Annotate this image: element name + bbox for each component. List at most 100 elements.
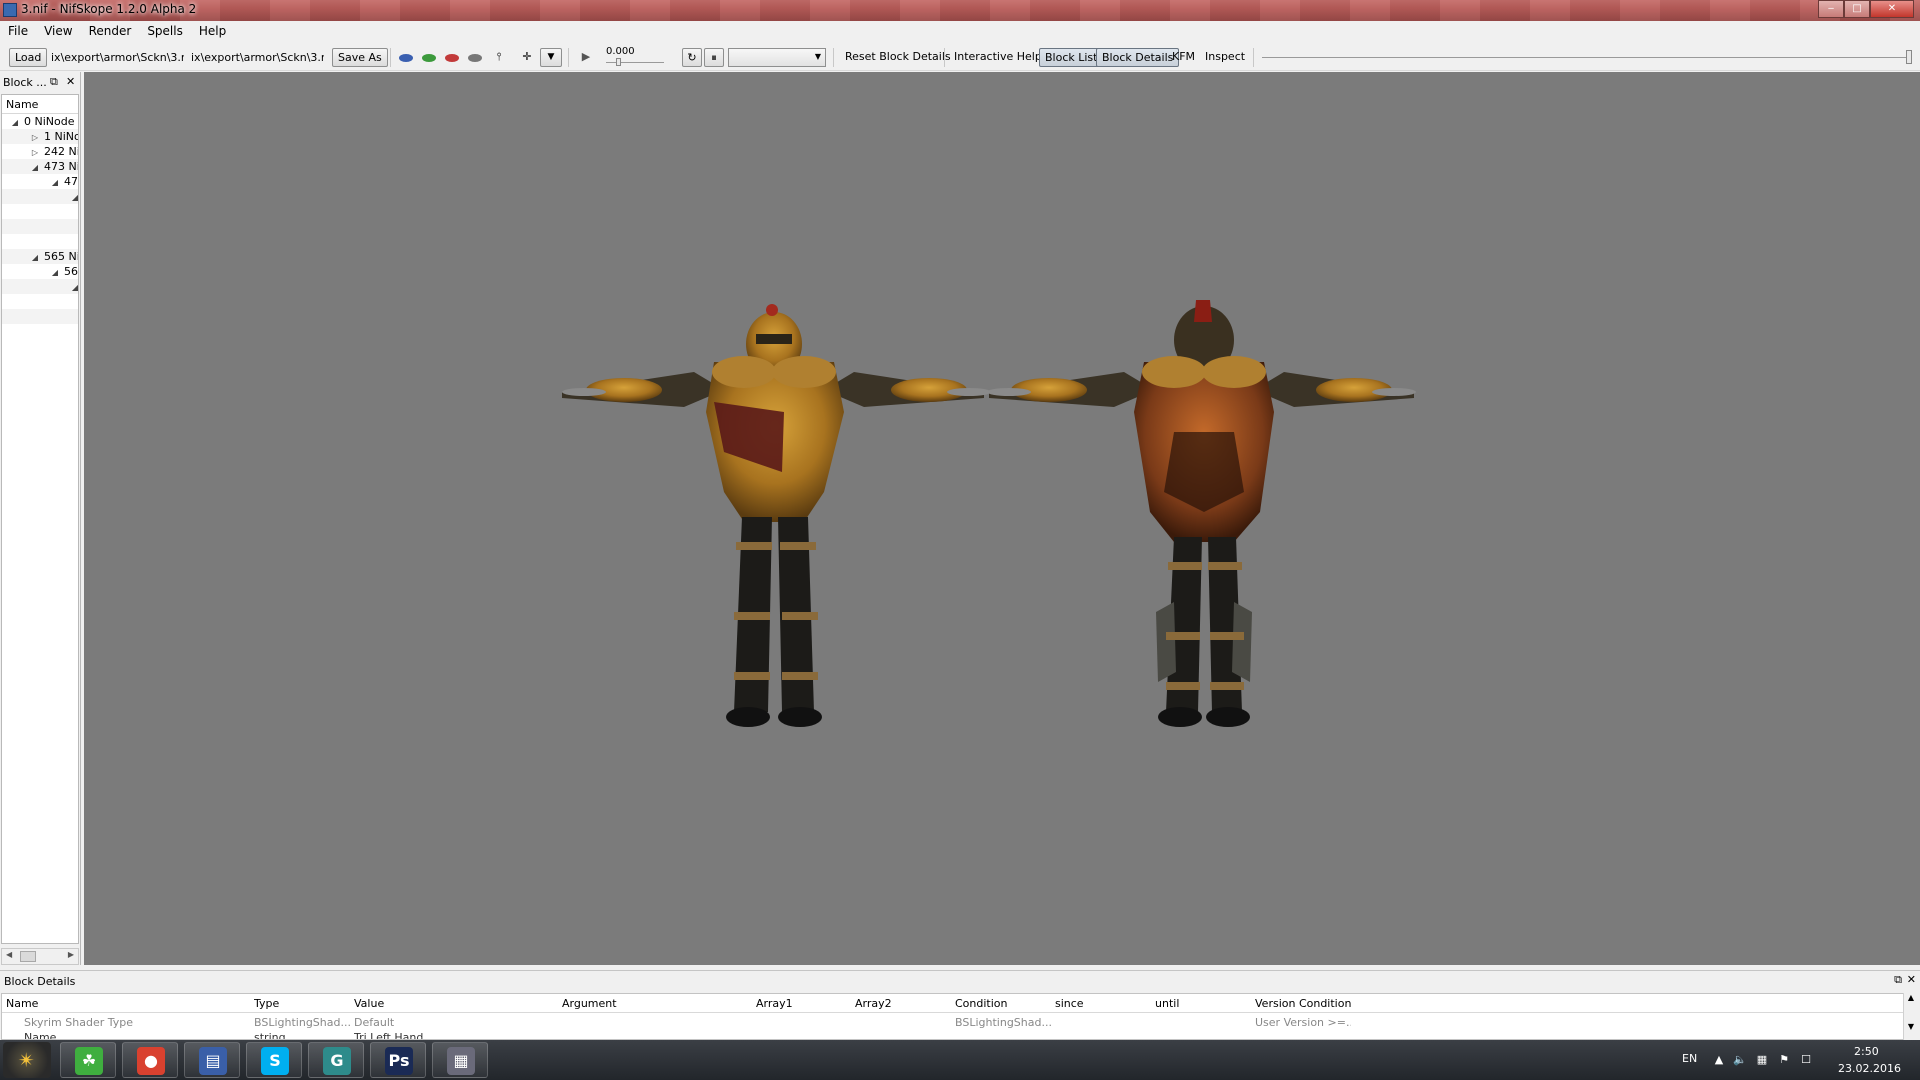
- inspect-button[interactable]: Inspect: [1205, 50, 1245, 63]
- view-user-icon[interactable]: [468, 54, 482, 62]
- loop-button[interactable]: ↻: [682, 48, 702, 67]
- clock-date[interactable]: 23.02.2016: [1838, 1062, 1901, 1075]
- block-details-toggle[interactable]: Block Details: [1096, 48, 1180, 67]
- close-icon[interactable]: ✕: [66, 75, 75, 88]
- maximize-button[interactable]: □: [1844, 0, 1870, 18]
- menu-view[interactable]: View: [36, 21, 80, 42]
- taskbar-app-app-window[interactable]: ▤: [184, 1042, 240, 1078]
- taskbar-app-nifskope[interactable]: ▦: [432, 1042, 488, 1078]
- lod-slider[interactable]: [1262, 57, 1912, 58]
- collapse-arrow-icon[interactable]: ◢: [70, 190, 78, 205]
- minimize-button[interactable]: ‒: [1818, 0, 1844, 18]
- animation-select[interactable]: ▼: [728, 48, 826, 67]
- table-row[interactable]: Name string Tri Left Hand: [2, 1028, 1903, 1039]
- scroll-down-icon[interactable]: ▼: [1904, 1022, 1918, 1031]
- view-front-icon[interactable]: [399, 54, 413, 62]
- float-icon[interactable]: ⧉: [1894, 973, 1902, 987]
- tree-item[interactable]: [2, 204, 78, 219]
- column-header-version-condition[interactable]: Version Condition: [1255, 994, 1351, 1013]
- taskbar-app-chrome[interactable]: ●: [122, 1042, 178, 1078]
- load-path-input[interactable]: ix\export\armor\Sckn\3.nif: [51, 49, 184, 66]
- block-details-table[interactable]: Name Type Value Argument Array1 Array2 C…: [1, 993, 1904, 1040]
- menu-file[interactable]: File: [0, 21, 36, 42]
- tree-item[interactable]: ◢ 474: [2, 174, 78, 189]
- close-icon[interactable]: ✕: [1907, 973, 1916, 986]
- tree-item[interactable]: [2, 234, 78, 249]
- tree-item[interactable]: ◢: [2, 189, 78, 204]
- flag-icon[interactable]: ⚑: [1777, 1054, 1791, 1066]
- taskbar-app-skype[interactable]: S: [246, 1042, 302, 1078]
- scroll-thumb[interactable]: [20, 951, 36, 962]
- menu-render[interactable]: Render: [81, 21, 140, 42]
- walk-icon[interactable]: ⫯: [491, 50, 507, 64]
- action-center-icon[interactable]: ☐: [1799, 1054, 1813, 1066]
- column-header-since[interactable]: since: [1055, 994, 1084, 1013]
- tree-item[interactable]: ◢ 0 NiNode: [2, 114, 78, 129]
- block-tree[interactable]: Name ◢ 0 NiNode ▷ 1 NiNo ▷ 242 NiI ◢ 473 NiI ◢ 47…: [1, 94, 79, 944]
- collapse-arrow-icon[interactable]: ◢: [50, 265, 60, 280]
- tree-item[interactable]: [2, 309, 78, 324]
- view-side-icon[interactable]: [422, 54, 436, 62]
- column-header-name[interactable]: Name: [6, 994, 38, 1013]
- perspective-icon[interactable]: ✛: [519, 50, 535, 64]
- menu-spells[interactable]: Spells: [139, 21, 191, 42]
- expand-arrow-icon[interactable]: ▷: [30, 130, 40, 145]
- column-header-until[interactable]: until: [1155, 994, 1179, 1013]
- time-slider-handle[interactable]: [616, 58, 621, 66]
- scroll-left-icon[interactable]: ◀: [6, 950, 12, 959]
- view-top-icon[interactable]: [445, 54, 459, 62]
- scroll-right-icon[interactable]: ▶: [68, 950, 74, 959]
- reset-block-details-button[interactable]: Reset Block Details: [845, 50, 951, 63]
- scroll-up-icon[interactable]: ▲: [1904, 993, 1918, 1002]
- tree-column-header[interactable]: Name: [2, 95, 78, 114]
- tree-item[interactable]: ▷ 242 NiI: [2, 144, 78, 159]
- save-as-button[interactable]: Save As: [332, 48, 388, 67]
- volume-icon[interactable]: 🔈: [1733, 1054, 1747, 1066]
- block-list-toggle[interactable]: Block List: [1039, 48, 1104, 67]
- column-header-argument[interactable]: Argument: [562, 994, 617, 1013]
- tray-expand-icon[interactable]: ▲: [1712, 1054, 1726, 1066]
- expand-arrow-icon[interactable]: ▷: [30, 145, 40, 160]
- play-icon[interactable]: ▶: [578, 50, 594, 64]
- menu-help[interactable]: Help: [191, 21, 234, 42]
- tree-item[interactable]: ◢ 473 NiI: [2, 159, 78, 174]
- clock-time[interactable]: 2:50: [1854, 1045, 1879, 1058]
- taskbar-app-app-g[interactable]: G: [308, 1042, 364, 1078]
- collapse-arrow-icon[interactable]: ◢: [30, 250, 40, 265]
- network-icon[interactable]: ▦: [1755, 1054, 1769, 1066]
- column-header-condition[interactable]: Condition: [955, 994, 1008, 1013]
- save-path-input[interactable]: ix\export\armor\Sckn\3.nif: [191, 49, 324, 66]
- column-header-value[interactable]: Value: [354, 994, 384, 1013]
- time-slider[interactable]: [606, 62, 664, 63]
- interactive-help-button[interactable]: Interactive Help: [954, 50, 1042, 63]
- tree-item[interactable]: ▷ 1 NiNo: [2, 129, 78, 144]
- column-header-array1[interactable]: Array1: [756, 994, 793, 1013]
- collapse-arrow-icon[interactable]: ◢: [10, 115, 20, 130]
- cell-value[interactable]: Tri Left Hand: [354, 1028, 423, 1039]
- collapse-arrow-icon[interactable]: ◢: [50, 175, 60, 190]
- lod-slider-handle[interactable]: [1906, 50, 1912, 64]
- collapse-arrow-icon[interactable]: ◢: [70, 280, 78, 295]
- vertical-scrollbar[interactable]: ▲ ▼: [1903, 993, 1918, 1040]
- column-header-array2[interactable]: Array2: [855, 994, 892, 1013]
- load-button[interactable]: Load: [9, 48, 48, 67]
- horizontal-scrollbar[interactable]: ◀ ▶: [1, 948, 79, 965]
- float-icon[interactable]: ⧉: [50, 75, 58, 89]
- tree-item[interactable]: ◢ 565 NiI: [2, 249, 78, 264]
- render-viewport[interactable]: [84, 72, 1920, 965]
- column-header-type[interactable]: Type: [254, 994, 279, 1013]
- view-dropdown-button[interactable]: ▼: [540, 48, 562, 67]
- start-button[interactable]: ✴: [3, 1042, 51, 1078]
- switch-button[interactable]: ⏸: [704, 48, 724, 67]
- tree-item[interactable]: [2, 219, 78, 234]
- taskbar-app-photoshop[interactable]: Ps: [370, 1042, 426, 1078]
- tree-item[interactable]: ◢: [2, 279, 78, 294]
- language-indicator[interactable]: EN: [1682, 1052, 1697, 1065]
- close-button[interactable]: ✕: [1870, 0, 1914, 18]
- tree-item[interactable]: [2, 294, 78, 309]
- loop-icon: ↻: [687, 51, 697, 64]
- taskbar-app-clover[interactable]: ☘: [60, 1042, 116, 1078]
- tree-item[interactable]: ◢ 566: [2, 264, 78, 279]
- kfm-button[interactable]: KFM: [1172, 50, 1195, 63]
- collapse-arrow-icon[interactable]: ◢: [30, 160, 40, 175]
